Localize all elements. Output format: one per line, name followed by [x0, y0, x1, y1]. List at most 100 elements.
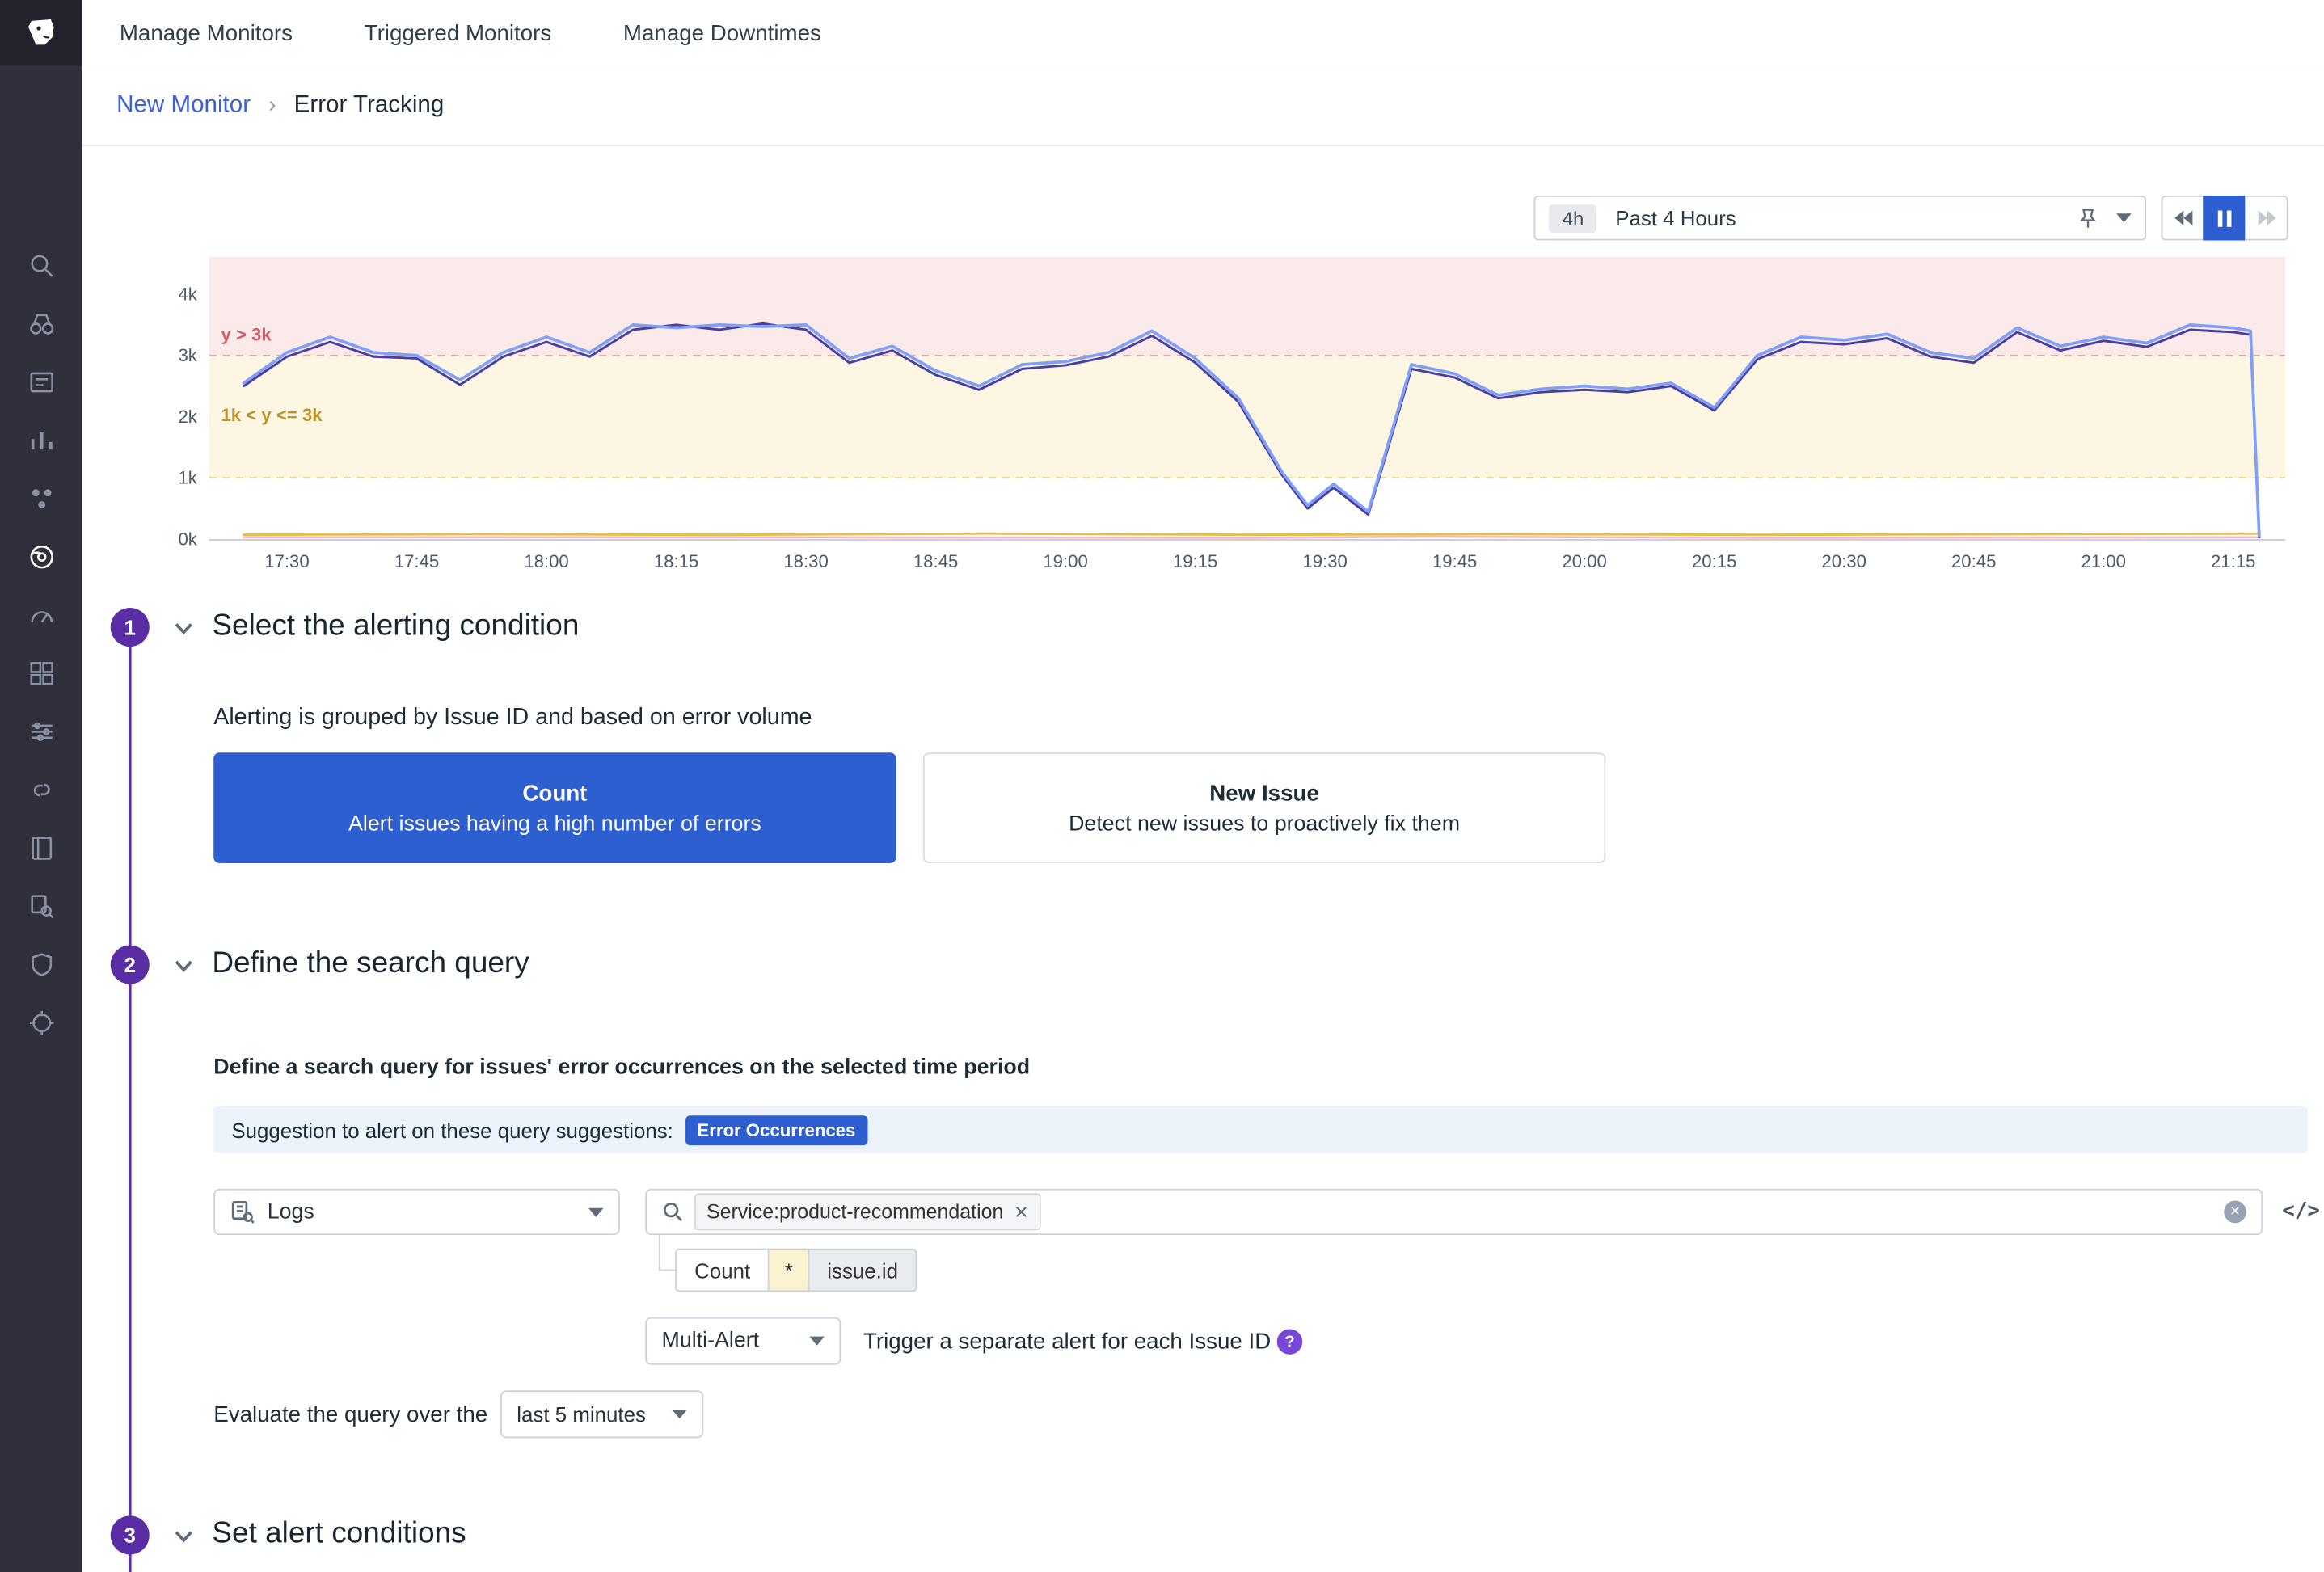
svg-text:21:00: 21:00: [2081, 551, 2126, 571]
step-connector-line: [129, 647, 132, 1572]
count-option-title: Count: [522, 780, 587, 805]
app-root: Manage Monitors Triggered Monitors Manag…: [0, 0, 2324, 1572]
breadcrumb-new-monitor-link[interactable]: New Monitor: [116, 92, 251, 119]
svg-text:20:00: 20:00: [1562, 551, 1606, 571]
notebooks-icon[interactable]: [26, 833, 56, 863]
time-range-badge: 4h: [1549, 204, 1597, 232]
svg-text:17:30: 17:30: [264, 551, 309, 571]
query-connector-line: [659, 1235, 677, 1271]
suggestion-banner: Suggestion to alert on these query sugge…: [213, 1106, 2307, 1153]
step-1-collapse-icon[interactable]: [171, 620, 196, 638]
new-issue-option-title: New Issue: [1209, 780, 1319, 805]
pin-icon[interactable]: [2077, 207, 2098, 230]
playback-controls: [2162, 196, 2288, 240]
breadcrumb-separator-icon: ›: [268, 93, 276, 118]
watchdog-icon[interactable]: [26, 542, 56, 572]
svg-text:1k: 1k: [178, 468, 197, 488]
sidebar: [0, 0, 82, 1572]
nav-manage-downtimes[interactable]: Manage Downtimes: [623, 20, 821, 45]
step-3-badge: 3: [111, 1515, 150, 1554]
new-issue-option-desc: Detect new issues to proactively fix the…: [1069, 811, 1460, 836]
dashboards-icon[interactable]: [26, 601, 56, 630]
search-query-input[interactable]: Service:product-recommendation ✕ ✕: [645, 1189, 2263, 1235]
integrations-icon[interactable]: [26, 659, 56, 689]
svg-text:19:30: 19:30: [1302, 551, 1347, 571]
svg-text:0k: 0k: [178, 529, 197, 549]
group-by-issue-id-pill[interactable]: issue.id: [809, 1249, 917, 1292]
step-1-badge: 1: [111, 608, 150, 647]
svg-text:3k: 3k: [178, 345, 197, 365]
count-option-card[interactable]: Count Alert issues having a high number …: [213, 752, 896, 863]
chevron-down-icon: [588, 1207, 603, 1216]
rewind-button[interactable]: [2162, 196, 2205, 240]
warning-threshold-label: 1k < y <= 3k: [215, 403, 328, 428]
logs-source-icon: [230, 1199, 255, 1224]
svg-text:17:45: 17:45: [394, 551, 439, 571]
time-range-label: Past 4 Hours: [1615, 206, 2077, 230]
query-token[interactable]: Service:product-recommendation ✕: [694, 1193, 1040, 1230]
datadog-logo[interactable]: [0, 0, 82, 65]
svg-text:18:00: 18:00: [524, 551, 568, 571]
code-view-icon[interactable]: </>: [2282, 1199, 2320, 1224]
search-icon[interactable]: [26, 251, 56, 280]
aggregation-pills: Count * issue.id: [675, 1249, 917, 1292]
evaluate-query-label: Evaluate the query over the: [213, 1390, 487, 1438]
pause-button[interactable]: [2203, 196, 2246, 240]
svg-text:20:45: 20:45: [1951, 551, 1996, 571]
svg-text:20:15: 20:15: [1692, 551, 1736, 571]
svg-text:19:00: 19:00: [1043, 551, 1087, 571]
source-select-value: Logs: [268, 1200, 314, 1224]
security-icon[interactable]: [26, 950, 56, 980]
count-option-desc: Alert issues having a high number of err…: [348, 811, 761, 836]
nav-manage-monitors[interactable]: Manage Monitors: [120, 20, 293, 45]
synthetics-icon[interactable]: [26, 1008, 56, 1038]
pipelines-icon[interactable]: [26, 717, 56, 747]
multi-alert-select[interactable]: Multi-Alert: [645, 1317, 841, 1365]
aggregation-count-pill[interactable]: Count: [675, 1249, 770, 1292]
error-volume-chart: 4k 3k 2k 1k 0k 17:30 17:45 18:00 18:15 18:30 18:45…: [150, 257, 2324, 578]
nav-triggered-monitors[interactable]: Triggered Monitors: [365, 20, 552, 45]
error-occurrences-suggestion-button[interactable]: Error Occurrences: [685, 1115, 868, 1144]
search-query-label: Define a search query for issues' error …: [213, 1056, 1030, 1080]
step-1-title: Select the alerting condition: [212, 609, 579, 643]
alerting-grouping-note: Alerting is grouped by Issue ID and base…: [213, 705, 812, 731]
step-3-collapse-icon[interactable]: [171, 1528, 196, 1545]
infrastructure-icon[interactable]: [26, 309, 56, 339]
svg-text:4k: 4k: [178, 284, 197, 304]
host-map-icon[interactable]: [26, 484, 56, 514]
forward-button[interactable]: [2245, 196, 2288, 240]
clear-query-icon[interactable]: ✕: [2224, 1201, 2246, 1224]
step-2-collapse-icon[interactable]: [171, 957, 196, 975]
svg-text:19:15: 19:15: [1173, 551, 1217, 571]
breadcrumb: New Monitor › Error Tracking: [82, 65, 2324, 146]
svg-text:21:15: 21:15: [2211, 551, 2255, 571]
time-range-picker[interactable]: 4h Past 4 Hours: [1534, 196, 2147, 240]
step-2-title: Define the search query: [212, 946, 529, 980]
events-icon[interactable]: [26, 368, 56, 398]
query-token-text: Service:product-recommendation: [706, 1201, 1003, 1224]
evaluation-window-select[interactable]: last 5 minutes: [500, 1390, 703, 1438]
alert-threshold-label: y > 3k: [215, 322, 277, 347]
log-search-icon[interactable]: [26, 891, 56, 921]
svg-text:2k: 2k: [178, 407, 197, 427]
svg-text:19:45: 19:45: [1432, 551, 1477, 571]
multi-alert-description: Trigger a separate alert for each Issue …: [863, 1317, 1271, 1365]
svg-text:18:30: 18:30: [783, 551, 828, 571]
service-map-icon[interactable]: [26, 775, 56, 805]
source-select[interactable]: Logs: [213, 1189, 620, 1235]
search-icon: [662, 1201, 685, 1224]
sidebar-icon-column: [0, 251, 82, 1038]
remove-token-icon[interactable]: ✕: [1014, 1201, 1029, 1222]
aggregation-star-pill[interactable]: *: [770, 1249, 809, 1292]
step-2-badge: 2: [111, 946, 150, 984]
svg-text:18:45: 18:45: [913, 551, 958, 571]
help-icon[interactable]: ?: [1277, 1329, 1302, 1354]
evaluation-window-value: last 5 minutes: [517, 1402, 646, 1427]
new-issue-option-card[interactable]: New Issue Detect new issues to proactive…: [923, 752, 1605, 863]
svg-text:18:15: 18:15: [654, 551, 698, 571]
suggestion-text: Suggestion to alert on these query sugge…: [231, 1118, 673, 1142]
chevron-down-icon: [672, 1410, 686, 1418]
chevron-down-icon[interactable]: [2116, 213, 2131, 222]
svg-text:20:30: 20:30: [1821, 551, 1866, 571]
metrics-icon[interactable]: [26, 426, 56, 456]
